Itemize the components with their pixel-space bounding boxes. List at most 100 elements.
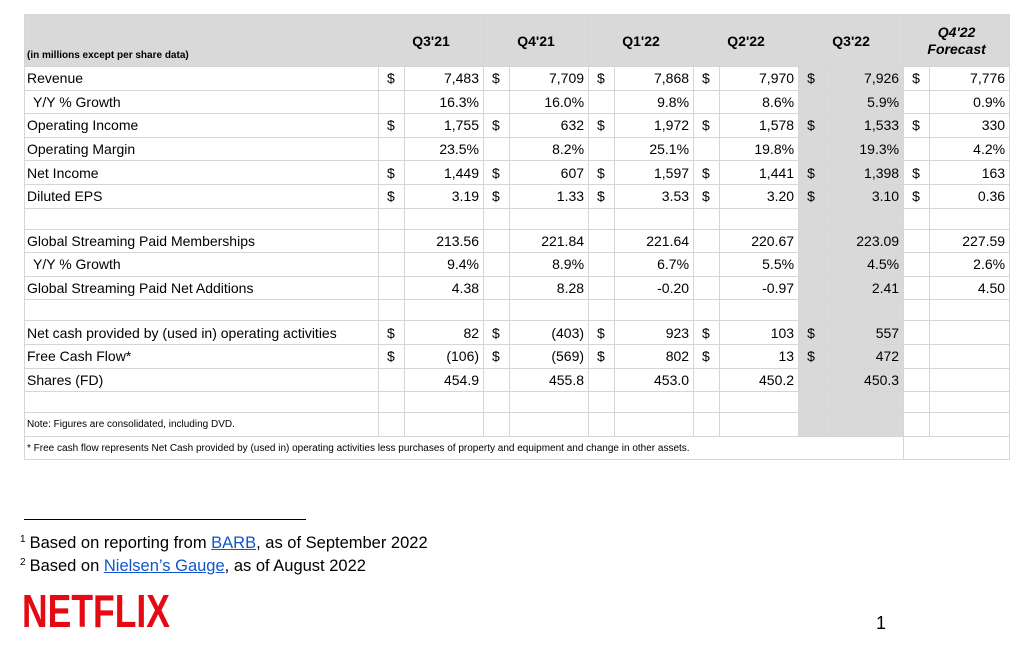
column-header: Q1'22: [588, 14, 695, 67]
value-cell: 4.38: [403, 275, 485, 301]
value-cell: 5.9%: [824, 89, 905, 115]
value-cell: [929, 320, 1011, 345]
value-cell: 3.19: [403, 183, 485, 209]
empty-cell: [509, 391, 590, 414]
dollar-sign: $: [798, 160, 826, 185]
dollar-sign: $: [483, 320, 511, 345]
footnote-marker: 1: [20, 534, 26, 545]
row-label: Global Streaming Paid Memberships: [24, 228, 379, 254]
value-cell: 7,868: [614, 66, 695, 91]
table-row: Net Income $1,449 $607 $1,597 $1,441 $1,398 $1…: [24, 160, 1011, 185]
dollar-sign: $: [588, 160, 616, 185]
empty-cell: [903, 207, 931, 230]
dollar-sign: $: [693, 160, 721, 185]
dollar-sign: [378, 228, 405, 254]
value-cell: 223.09: [824, 228, 905, 254]
value-cell: 19.8%: [719, 136, 800, 162]
empty-cell: [929, 299, 1011, 322]
empty-cell: [798, 391, 826, 414]
value-cell: 220.67: [719, 228, 800, 254]
dollar-sign: [693, 275, 721, 301]
row-label: Shares (FD): [24, 367, 379, 393]
dollar-sign: $: [483, 183, 511, 209]
value-cell: 1,597: [614, 160, 695, 185]
footnote-text: , as of August 2022: [224, 557, 366, 575]
value-cell: 25.1%: [614, 136, 695, 162]
value-cell: 19.3%: [824, 136, 905, 162]
dollar-sign: [903, 89, 931, 115]
dollar-sign: [693, 136, 721, 162]
dollar-sign: [378, 89, 405, 115]
page-number: 1: [876, 613, 887, 633]
dollar-sign: [798, 136, 826, 162]
dollar-sign: $: [903, 113, 931, 138]
empty-cell: [824, 299, 905, 322]
empty-cell: [588, 207, 616, 230]
dollar-sign: [588, 367, 616, 393]
dollar-sign: $: [378, 66, 405, 91]
value-cell: 1.33: [509, 183, 590, 209]
value-cell: 454.9: [403, 367, 485, 393]
empty-cell: [403, 412, 485, 437]
value-cell: 607: [509, 160, 590, 185]
value-cell: 4.5%: [824, 252, 905, 277]
dollar-sign: $: [798, 183, 826, 209]
table-row: Y/Y % Growth 9.4% 8.9% 6.7% 5.5% 4.5% 2.6%: [24, 252, 1011, 277]
empty-cell: [483, 207, 511, 230]
footnote-text: Based on reporting from: [29, 534, 212, 552]
value-cell: -0.97: [719, 275, 800, 301]
empty-cell: [509, 412, 590, 437]
dollar-sign: $: [798, 320, 826, 345]
empty-cell: [378, 299, 405, 322]
value-cell: 1,533: [824, 113, 905, 138]
value-cell: [929, 367, 1011, 393]
value-cell: 163: [929, 160, 1011, 185]
forecast-column-header: Q4'22 Forecast: [903, 14, 1011, 67]
dollar-sign: $: [693, 183, 721, 209]
value-cell: 1,449: [403, 160, 485, 185]
empty-cell: [378, 412, 405, 437]
value-cell: 4.50: [929, 275, 1011, 301]
empty-cell: [483, 412, 511, 437]
value-cell: 7,709: [509, 66, 590, 91]
value-cell: 1,972: [614, 113, 695, 138]
value-cell: 221.64: [614, 228, 695, 254]
row-label: Revenue: [24, 66, 379, 91]
empty-cell: [614, 391, 695, 414]
value-cell: 3.20: [719, 183, 800, 209]
barb-link[interactable]: BARB: [211, 534, 256, 552]
value-cell: 227.59: [929, 228, 1011, 254]
value-cell: 2.6%: [929, 252, 1011, 277]
row-label: Global Streaming Paid Net Additions: [24, 275, 379, 301]
dollar-sign: [588, 252, 616, 277]
table-row: Revenue $7,483 $7,709 $7,868 $7,970 $7,926 $7,…: [24, 66, 1011, 91]
spacer-row: [24, 299, 1011, 322]
dollar-sign: [693, 89, 721, 115]
value-cell: 1,441: [719, 160, 800, 185]
empty-cell: [403, 391, 485, 414]
dollar-sign: [903, 367, 931, 393]
value-cell: 450.2: [719, 367, 800, 393]
dollar-sign: $: [693, 320, 721, 345]
note-row: * Free cash flow represents Net Cash pro…: [23, 435, 1011, 461]
empty-cell: [903, 391, 931, 414]
empty-cell: [824, 391, 905, 414]
empty-cell: [588, 391, 616, 414]
column-header: Q2'22: [693, 14, 800, 67]
value-cell: 16.0%: [509, 89, 590, 115]
table-row: Free Cash Flow* $ (106) $ (569) $802 $13 $472: [24, 343, 1011, 369]
row-label: Y/Y % Growth: [24, 89, 379, 115]
dollar-sign: [483, 275, 511, 301]
dollar-sign: [378, 275, 405, 301]
empty-cell: [614, 412, 695, 437]
empty-cell: [378, 207, 405, 230]
dollar-sign: $: [693, 113, 721, 138]
value-cell: 455.8: [509, 367, 590, 393]
units-label: (in millions except per share data): [24, 14, 379, 67]
dollar-sign: [378, 136, 405, 162]
empty-cell: [403, 299, 485, 322]
dollar-sign: $: [693, 343, 721, 369]
nielsen-gauge-link[interactable]: Nielsen’s Gauge: [104, 557, 225, 575]
value-cell: 82: [403, 320, 485, 345]
empty-cell: [798, 299, 826, 322]
